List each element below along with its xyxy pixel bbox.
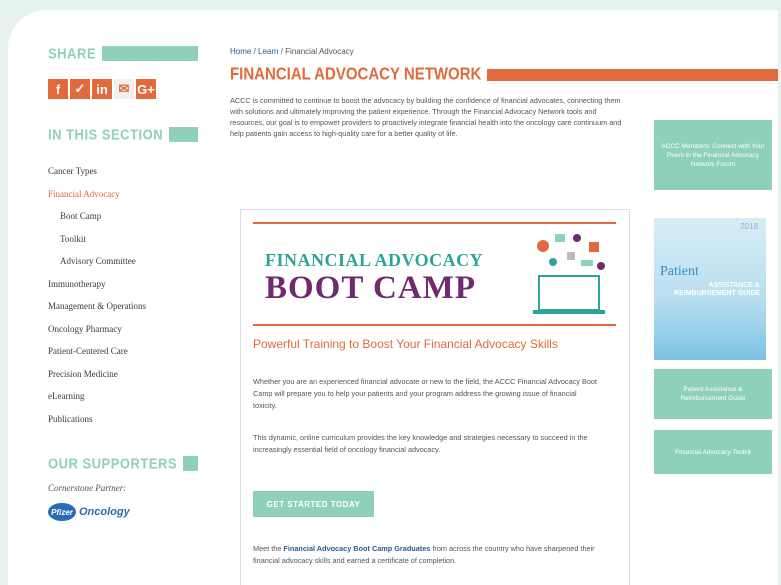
breadcrumb: Home / Learn / Financial Advocacy [230,47,620,56]
nav-oncology-pharmacy[interactable]: Oncology Pharmacy [48,318,198,341]
title-row: FINANCIAL ADVOCACY NETWORK [230,64,778,85]
twitter-icon[interactable]: ✓ [70,79,90,99]
card-heading: Powerful Training to Boost Your Financia… [253,337,558,351]
boot-camp-card: FINANCIAL ADVOCACY BOOT CAMP Powerful Tr… [240,209,630,585]
heading-bar [169,127,198,142]
nav-publications[interactable]: Publications [48,408,198,431]
breadcrumb-current: Financial Advocacy [285,47,354,56]
nav-immunotherapy[interactable]: Immunotherapy [48,273,198,296]
nav-cancer-types[interactable]: Cancer Types [48,160,198,183]
page-title: FINANCIAL ADVOCACY NETWORK [230,64,482,85]
members-forum-button[interactable]: ACCC Members: Connect with Your Peers in… [654,120,772,190]
supporters-heading-label: OUR SUPPORTERS [48,454,178,473]
get-started-button[interactable]: GET STARTED TODAY [253,491,374,517]
supporter-label: Cornerstone Partner: [48,483,127,493]
sidebar: SHARE f ✓ in ✉ G+ IN THIS SECTION Cancer… [48,45,198,521]
supporter-name: Oncology [79,506,130,518]
reimbursement-guide-button[interactable]: Patient Assistance & Reimbursement Guide [654,369,772,419]
reimbursement-guide-cover[interactable]: 2018 Patient ASSISTANCE & REIMBURSEMENT … [654,218,766,360]
google-plus-icon[interactable]: G+ [136,79,156,99]
card-paragraph-3: Meet the Financial Advocacy Boot Camp Gr… [253,543,598,567]
breadcrumb-home[interactable]: Home [230,47,251,56]
pfizer-logo: Pfizer [48,503,76,521]
section-nav: Cancer Types Financial Advocacy Boot Cam… [48,160,198,430]
section-heading: IN THIS SECTION [48,126,198,143]
linkedin-icon[interactable]: in [92,79,112,99]
heading-bar [183,456,198,471]
banner-line1: FINANCIAL ADVOCACY [265,250,484,270]
nav-advisory-committee[interactable]: Advisory Committee [48,250,198,273]
breadcrumb-sep: / [251,47,259,56]
financial-toolkit-button[interactable]: Financial Advocacy Toolkit [654,430,772,474]
email-icon[interactable]: ✉ [114,79,134,99]
nav-precision-medicine[interactable]: Precision Medicine [48,363,198,386]
boot-camp-banner[interactable]: FINANCIAL ADVOCACY BOOT CAMP [253,222,616,326]
facebook-icon[interactable]: f [48,79,68,99]
banner-line2: BOOT CAMP [265,270,476,306]
nav-toolkit[interactable]: Toolkit [48,228,198,251]
nav-financial-advocacy[interactable]: Financial Advocacy [48,183,198,206]
nav-elearning[interactable]: eLearning [48,385,198,408]
guide-subtitle: ASSISTANCE & REIMBURSEMENT GUIDE [674,282,760,297]
nav-patient-centered-care[interactable]: Patient-Centered Care [48,340,198,363]
laptop-icon [533,234,605,314]
nav-management-operations[interactable]: Management & Operations [48,295,198,318]
guide-year: 2018 [740,222,758,231]
nav-boot-camp[interactable]: Boot Camp [48,205,198,228]
heading-bar [102,46,198,61]
card-paragraph-2: This dynamic, online curriculum provides… [253,433,588,454]
section-heading-label: IN THIS SECTION [48,125,164,144]
p3-pre: Meet the [253,544,284,553]
social-links: f ✓ in ✉ G+ [48,79,198,99]
intro-text: ACCC is committed to continue to boost t… [230,96,622,138]
card-paragraph-1: Whether you are an experienced financial… [253,377,597,410]
graduates-link[interactable]: Financial Advocacy Boot Camp Graduates [283,544,430,553]
breadcrumb-learn[interactable]: Learn [258,47,278,56]
supporters-heading: OUR SUPPORTERS [48,455,198,472]
pfizer-oncology-logo[interactable]: Pfizer Oncology [48,503,198,521]
page: SHARE f ✓ in ✉ G+ IN THIS SECTION Cancer… [8,10,778,585]
title-bar [487,68,778,81]
share-heading: SHARE [48,45,198,62]
guide-title: Patient [660,264,699,279]
share-heading-label: SHARE [48,44,97,63]
main-content: Home / Learn / Financial Advocacy FINANC… [230,47,778,585]
